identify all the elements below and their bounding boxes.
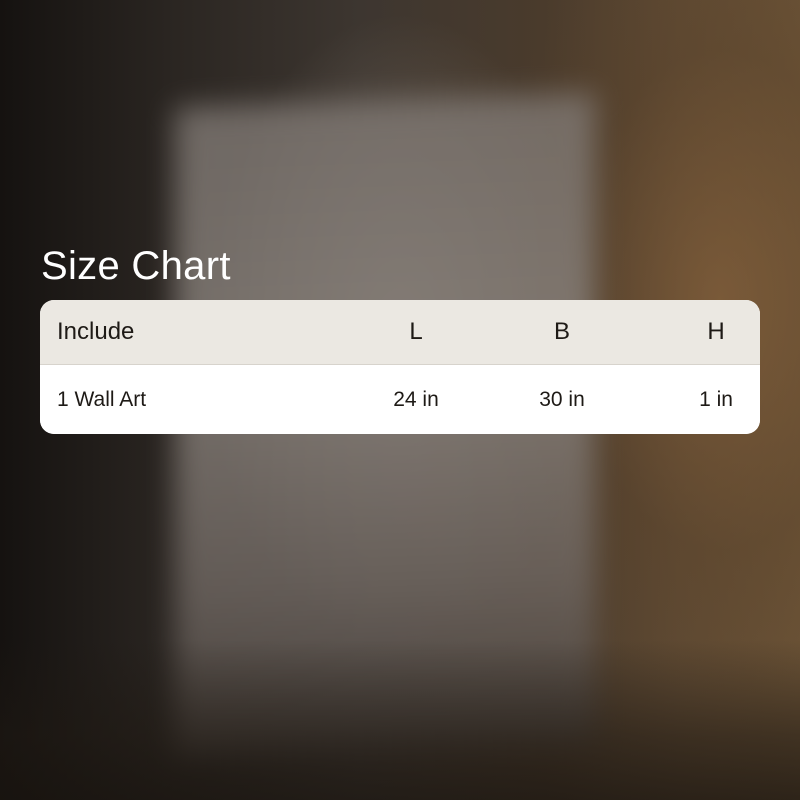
size-chart-table: Include L B H 1 Wall Art 24 in 30 in 1 i… <box>40 300 760 434</box>
header-breadth: B <box>553 318 570 345</box>
header-include: Include <box>57 318 135 345</box>
page-title: Size Chart <box>41 244 231 288</box>
cell-include: 1 Wall Art <box>57 387 147 411</box>
header-height: H <box>707 318 725 345</box>
cell-height: 1 in <box>699 387 733 411</box>
header-length: L <box>409 318 423 345</box>
table-row: 1 Wall Art 24 in 30 in 1 in <box>40 365 760 434</box>
cell-breadth: 30 in <box>539 387 585 411</box>
cell-length: 24 in <box>393 387 439 411</box>
table-header-row: Include L B H <box>40 300 760 365</box>
background-shadow <box>0 640 800 800</box>
